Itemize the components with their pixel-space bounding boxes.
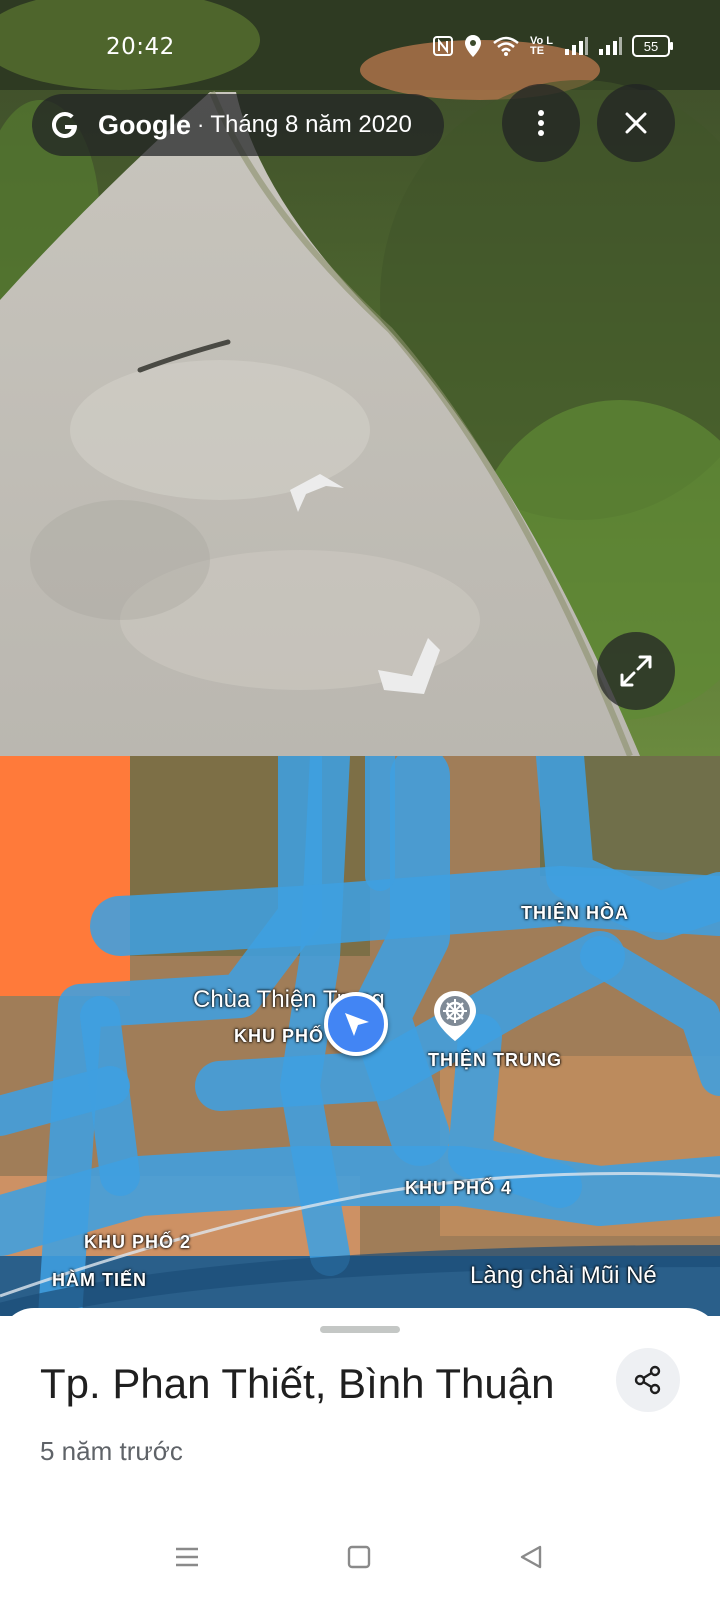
location-icon: [464, 34, 482, 58]
sheet-drag-handle[interactable]: [320, 1326, 400, 1333]
map-label-khu-pho-2[interactable]: KHU PHỐ 2: [84, 1232, 191, 1253]
status-icons: Vo LTE 55: [432, 34, 673, 58]
map-label-ham-tien[interactable]: HÀM TIẾN: [52, 1270, 147, 1291]
back-icon[interactable]: [518, 1544, 544, 1570]
capture-date: Tháng 8 năm 2020: [210, 111, 412, 138]
signal-icon: [598, 37, 622, 55]
close-button[interactable]: [597, 84, 675, 162]
map-label-khu-pho-4[interactable]: KHU PHỐ 4: [405, 1178, 512, 1199]
google-brand: Google: [98, 109, 191, 140]
map-label-thien-trung[interactable]: THIỆN TRUNG: [428, 1050, 562, 1071]
direction-arrow-icon: [345, 1013, 369, 1036]
nfc-icon: [432, 35, 454, 57]
temple-pin-icon[interactable]: [432, 989, 478, 1043]
capture-age: 5 năm trước: [40, 1436, 183, 1466]
place-name: Tp. Phan Thiết, Bình Thuận: [40, 1360, 555, 1407]
map-label-thien-hoa[interactable]: THIỆN HÒA: [521, 903, 629, 924]
google-g-icon: [52, 112, 77, 138]
expand-button[interactable]: [597, 632, 675, 710]
volte-icon: Vo LTE: [530, 35, 554, 57]
wifi-icon: [492, 35, 520, 57]
expand-icon: [620, 655, 652, 687]
map-label-lang-chai[interactable]: Làng chài Mũi Né: [470, 1262, 657, 1290]
street-view-position-marker[interactable]: [324, 992, 388, 1056]
status-bar: 20:42 Vo LTE 55: [0, 0, 720, 96]
home-icon[interactable]: [346, 1544, 372, 1570]
system-navigation-bar: [0, 1520, 720, 1600]
more-options-icon: [538, 110, 544, 136]
status-time: 20:42: [106, 34, 175, 60]
separator-dot: ·: [197, 112, 205, 137]
more-options-button[interactable]: [502, 84, 580, 162]
streetview-info-chip[interactable]: Google · Tháng 8 năm 2020: [32, 94, 444, 156]
battery-icon: 55: [632, 35, 673, 57]
signal-icon: [564, 37, 588, 55]
share-icon: [634, 1365, 661, 1395]
recents-icon[interactable]: [174, 1544, 200, 1570]
share-button[interactable]: [616, 1348, 680, 1412]
close-icon: [625, 112, 647, 134]
